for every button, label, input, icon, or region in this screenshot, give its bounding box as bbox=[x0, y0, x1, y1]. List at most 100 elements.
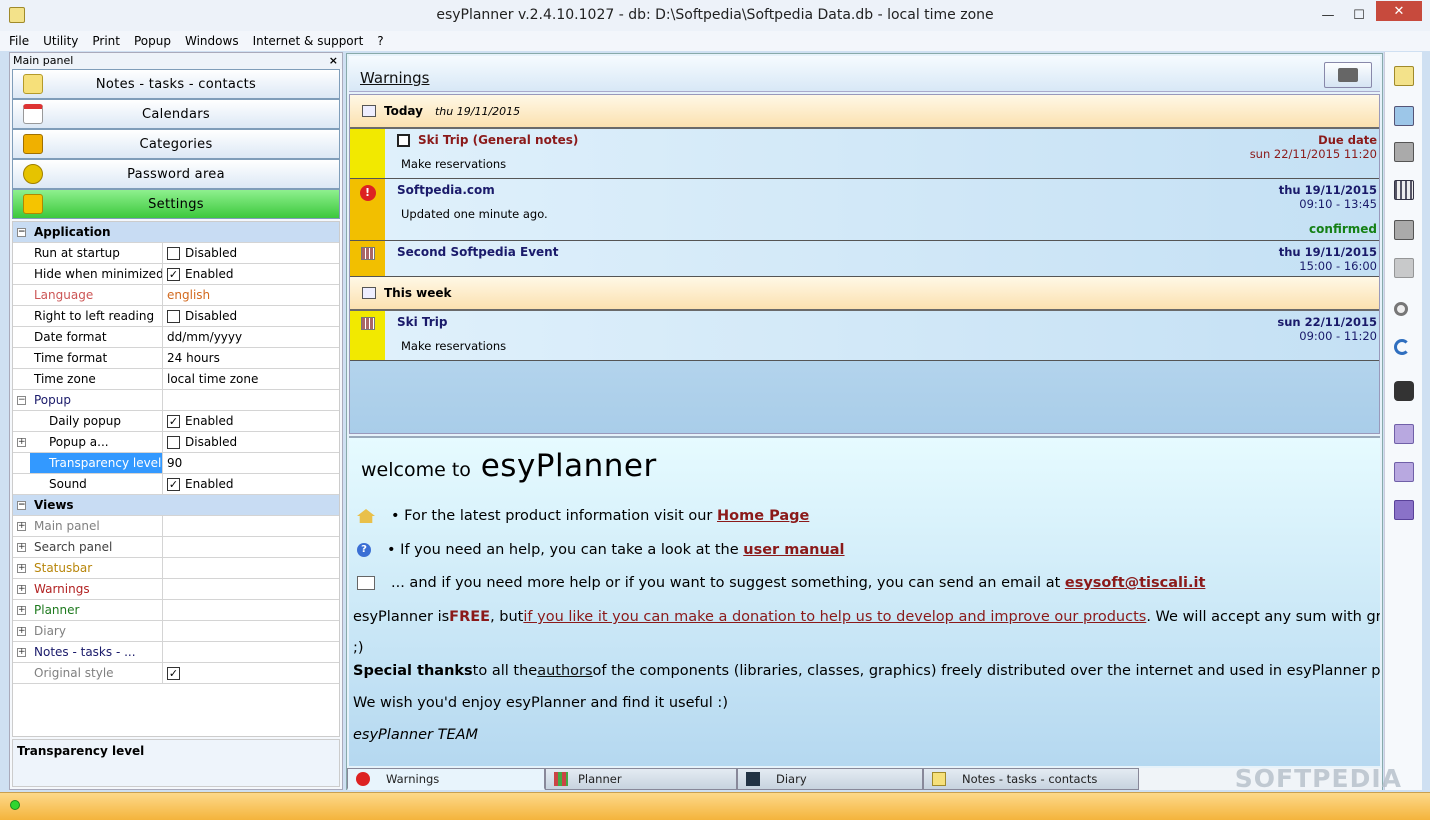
expander-icon[interactable]: − bbox=[13, 495, 30, 515]
refresh-icon[interactable] bbox=[1394, 339, 1410, 355]
expander-icon[interactable]: + bbox=[13, 432, 30, 452]
card-list-icon[interactable] bbox=[1394, 258, 1414, 278]
diary-page-icon[interactable] bbox=[1394, 424, 1414, 444]
contact-icon[interactable] bbox=[1394, 142, 1414, 162]
nav-settings[interactable]: Settings bbox=[12, 189, 340, 219]
property-row[interactable]: Time format 24 hours bbox=[13, 348, 339, 369]
authors-link[interactable]: authors bbox=[537, 663, 592, 679]
property-row[interactable]: Time zone local time zone bbox=[13, 369, 339, 390]
warning-item[interactable]: Second Softpedia Event thu 19/11/2015 15:0… bbox=[350, 241, 1379, 277]
property-row[interactable]: Hide when minimized ✓ Enabled bbox=[13, 264, 339, 285]
property-row[interactable]: + Main panel bbox=[13, 516, 339, 537]
property-value[interactable] bbox=[163, 600, 339, 620]
menu-popup[interactable]: Popup bbox=[134, 34, 171, 48]
user-manual-link[interactable]: user manual bbox=[743, 542, 844, 558]
nav-calendars[interactable]: Calendars bbox=[12, 99, 340, 129]
tab-planner[interactable]: Planner bbox=[545, 768, 737, 790]
checked-checkbox[interactable]: ✓ bbox=[167, 267, 180, 281]
property-row[interactable]: + Warnings bbox=[13, 579, 339, 600]
property-value[interactable]: Disabled bbox=[163, 243, 339, 263]
nav-categories[interactable]: Categories bbox=[12, 129, 340, 159]
property-row[interactable]: + Search panel bbox=[13, 537, 339, 558]
diary-stack-icon[interactable] bbox=[1394, 500, 1414, 520]
expander-icon[interactable]: + bbox=[13, 579, 30, 599]
property-value[interactable] bbox=[163, 516, 339, 536]
property-row[interactable]: + Popup a... Disabled bbox=[13, 432, 339, 453]
warning-item[interactable]: ! Softpedia.com Updated one minute ago. thu… bbox=[350, 179, 1379, 241]
maximize-button[interactable]: ☐ bbox=[1345, 0, 1373, 31]
close-button[interactable]: ✕ bbox=[1376, 1, 1422, 21]
add-event-icon[interactable] bbox=[1394, 106, 1414, 126]
expander-icon[interactable]: + bbox=[13, 558, 30, 578]
home-page-link[interactable]: Home Page bbox=[717, 508, 809, 524]
email-link[interactable]: esysoft@tiscali.it bbox=[1065, 575, 1206, 591]
nav-password-area[interactable]: Password area bbox=[12, 159, 340, 189]
property-value[interactable] bbox=[163, 390, 339, 410]
tab-warnings[interactable]: Warnings bbox=[347, 768, 545, 790]
menu-internet-support[interactable]: Internet & support bbox=[253, 34, 364, 48]
property-row[interactable]: + Notes - tasks - ... bbox=[13, 642, 339, 663]
warnings-title[interactable]: Warnings bbox=[360, 69, 430, 87]
warning-item[interactable]: Ski Trip (General notes) Make reservation… bbox=[350, 129, 1379, 179]
property-row[interactable]: Language english bbox=[13, 285, 339, 306]
property-row[interactable]: Date format dd/mm/yyyy bbox=[13, 327, 339, 348]
property-row[interactable]: Original style ✓ bbox=[13, 663, 339, 684]
property-value[interactable] bbox=[163, 558, 339, 578]
unchecked-checkbox[interactable] bbox=[167, 435, 180, 449]
nav-notes-tasks-contacts[interactable]: Notes - tasks - contacts bbox=[12, 69, 340, 99]
property-value[interactable]: ✓ bbox=[163, 663, 339, 683]
property-row[interactable]: + Planner bbox=[13, 600, 339, 621]
search-icon[interactable] bbox=[1394, 302, 1408, 316]
property-value[interactable]: ✓ Enabled bbox=[163, 411, 339, 431]
donation-link[interactable]: if you like it you can make a donation t… bbox=[523, 609, 1146, 625]
unchecked-checkbox[interactable] bbox=[167, 309, 180, 323]
property-value[interactable] bbox=[163, 579, 339, 599]
property-row[interactable]: Daily popup ✓ Enabled bbox=[13, 411, 339, 432]
property-row[interactable]: − Popup bbox=[13, 390, 339, 411]
task-checkbox[interactable] bbox=[397, 133, 410, 147]
property-value[interactable]: 90 bbox=[163, 453, 339, 473]
day-group-header[interactable]: This week bbox=[350, 277, 1379, 311]
add-diary-icon[interactable] bbox=[1394, 462, 1414, 482]
property-value[interactable] bbox=[163, 642, 339, 662]
collapse-icon[interactable] bbox=[362, 287, 376, 299]
unchecked-checkbox[interactable] bbox=[167, 246, 180, 260]
camera-icon[interactable] bbox=[1394, 381, 1414, 401]
menu-help[interactable]: ? bbox=[377, 34, 383, 48]
expander-icon[interactable]: + bbox=[13, 600, 30, 620]
menu-print[interactable]: Print bbox=[92, 34, 120, 48]
tab-diary[interactable]: Diary bbox=[737, 768, 923, 790]
property-value[interactable]: dd/mm/yyyy bbox=[163, 327, 339, 347]
property-row[interactable]: + Statusbar bbox=[13, 558, 339, 579]
collapse-icon[interactable] bbox=[362, 105, 376, 117]
checked-checkbox[interactable]: ✓ bbox=[167, 477, 180, 491]
print-button[interactable] bbox=[1324, 62, 1372, 88]
tab-notes-tasks-contacts[interactable]: Notes - tasks - contacts bbox=[923, 768, 1139, 790]
checked-checkbox[interactable]: ✓ bbox=[167, 666, 180, 680]
property-value[interactable]: Disabled bbox=[163, 432, 339, 452]
expander-icon[interactable]: + bbox=[13, 621, 30, 641]
property-row[interactable]: Sound ✓ Enabled bbox=[13, 474, 339, 495]
property-value[interactable] bbox=[163, 537, 339, 557]
minimize-button[interactable]: — bbox=[1314, 0, 1342, 31]
property-value[interactable]: local time zone bbox=[163, 369, 339, 389]
expander-icon[interactable]: − bbox=[13, 390, 30, 410]
main-panel-close-icon[interactable]: × bbox=[329, 53, 338, 68]
property-row[interactable]: Run at startup Disabled bbox=[13, 243, 339, 264]
expander-icon[interactable]: + bbox=[13, 642, 30, 662]
calendar-grid-icon[interactable] bbox=[1394, 180, 1414, 200]
menu-windows[interactable]: Windows bbox=[185, 34, 239, 48]
property-row[interactable]: + Diary bbox=[13, 621, 339, 642]
property-value[interactable]: 24 hours bbox=[163, 348, 339, 368]
property-row[interactable]: Right to left reading Disabled bbox=[13, 306, 339, 327]
property-value[interactable]: english bbox=[163, 285, 339, 305]
checked-checkbox[interactable]: ✓ bbox=[167, 414, 180, 428]
day-group-header[interactable]: Today thu 19/11/2015 bbox=[350, 95, 1379, 129]
menu-utility[interactable]: Utility bbox=[43, 34, 78, 48]
expander-icon[interactable]: + bbox=[13, 516, 30, 536]
expander-icon[interactable]: + bbox=[13, 537, 30, 557]
property-value[interactable]: Disabled bbox=[163, 306, 339, 326]
property-row[interactable]: − Application bbox=[13, 222, 339, 243]
property-row[interactable]: Transparency level 90 bbox=[13, 453, 339, 474]
warning-item[interactable]: Ski Trip Make reservations sun 22/11/2015 0… bbox=[350, 311, 1379, 361]
